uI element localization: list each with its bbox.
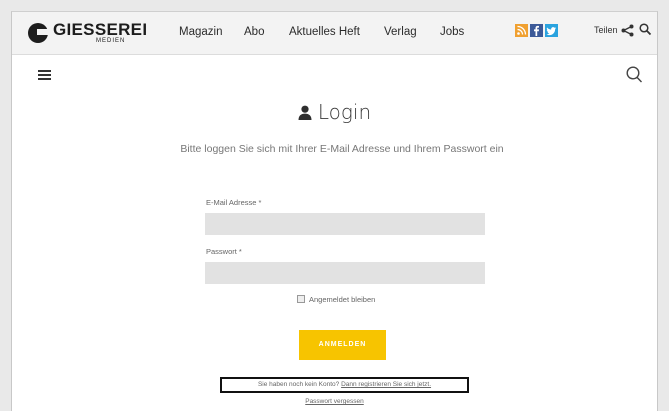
share-icon[interactable]	[621, 24, 634, 42]
nav-item-magazin[interactable]: Magazin	[179, 26, 222, 38]
rss-icon[interactable]	[515, 24, 528, 37]
login-heading: Login	[12, 100, 657, 125]
search-icon[interactable]	[639, 23, 652, 42]
password-field[interactable]	[205, 262, 485, 284]
user-icon	[298, 101, 312, 125]
remember-me-label: Angemeldet bleiben	[309, 295, 376, 304]
browser-page: GIESSEREI MEDIEN Magazin Abo Aktuelles H…	[11, 11, 658, 411]
login-button[interactable]: ANMELDEN	[299, 330, 386, 360]
forgot-password-link[interactable]: Passwort vergessen	[12, 398, 657, 405]
twitter-icon[interactable]	[545, 24, 558, 37]
password-label: Passwort *	[206, 247, 242, 256]
register-text: Sie haben noch kein Konto?	[257, 381, 340, 388]
login-instructions: Bitte loggen Sie sich mit Ihrer E-Mail A…	[180, 143, 504, 155]
nav-item-jobs[interactable]: Jobs	[440, 26, 464, 38]
remember-me[interactable]: Angemeldet bleiben	[297, 295, 375, 304]
email-field[interactable]	[205, 213, 485, 235]
facebook-icon[interactable]	[530, 24, 543, 37]
email-label: E-Mail Adresse *	[206, 198, 262, 207]
register-link[interactable]: Dann registrieren Sie sich jetzt.	[341, 381, 431, 388]
share-label[interactable]: Teilen	[594, 25, 618, 35]
search-icon[interactable]	[626, 66, 643, 89]
logo-mark-icon	[28, 23, 48, 43]
logo-text: GIESSEREI	[53, 20, 148, 39]
hamburger-menu-icon[interactable]	[38, 70, 51, 82]
page-title: Login	[317, 100, 372, 124]
top-navigation-bar: GIESSEREI MEDIEN Magazin Abo Aktuelles H…	[12, 12, 657, 55]
nav-item-abo[interactable]: Abo	[244, 26, 264, 38]
logo-subtext: MEDIEN	[96, 38, 126, 44]
nav-item-aktuelles-heft[interactable]: Aktuelles Heft	[289, 26, 360, 38]
nav-item-verlag[interactable]: Verlag	[384, 26, 417, 38]
remember-me-checkbox[interactable]	[297, 295, 305, 303]
register-prompt: Sie haben noch kein Konto? Dann registri…	[220, 377, 469, 393]
